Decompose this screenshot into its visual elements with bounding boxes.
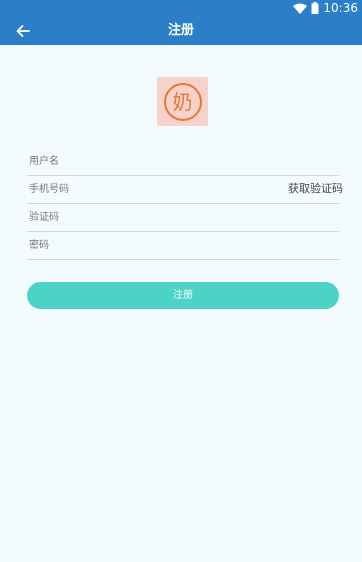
logo-char: 奶 bbox=[172, 89, 193, 114]
password-field-row bbox=[27, 233, 339, 260]
status-time: 10:36 bbox=[323, 1, 358, 15]
status-bar: 10:36 bbox=[0, 0, 362, 17]
wifi-icon bbox=[293, 0, 308, 18]
verification-code-input[interactable] bbox=[29, 205, 269, 229]
get-code-button[interactable]: 获取验证码 bbox=[288, 180, 343, 198]
phone-field-row: 获取验证码 bbox=[27, 177, 343, 204]
register-button[interactable]: 注册 bbox=[27, 282, 339, 309]
page-title: 注册 bbox=[167, 23, 194, 38]
password-input[interactable] bbox=[29, 233, 269, 257]
phone-input[interactable] bbox=[29, 177, 269, 201]
code-field-row bbox=[27, 205, 339, 232]
status-icons: 10:36 bbox=[293, 1, 358, 16]
logo-ring: 奶 bbox=[163, 82, 202, 121]
username-field-row bbox=[27, 149, 339, 176]
username-input[interactable] bbox=[29, 149, 269, 173]
app-bar: 注册 bbox=[0, 17, 362, 45]
app-logo: 奶 bbox=[157, 77, 208, 126]
battery-icon bbox=[311, 0, 319, 18]
